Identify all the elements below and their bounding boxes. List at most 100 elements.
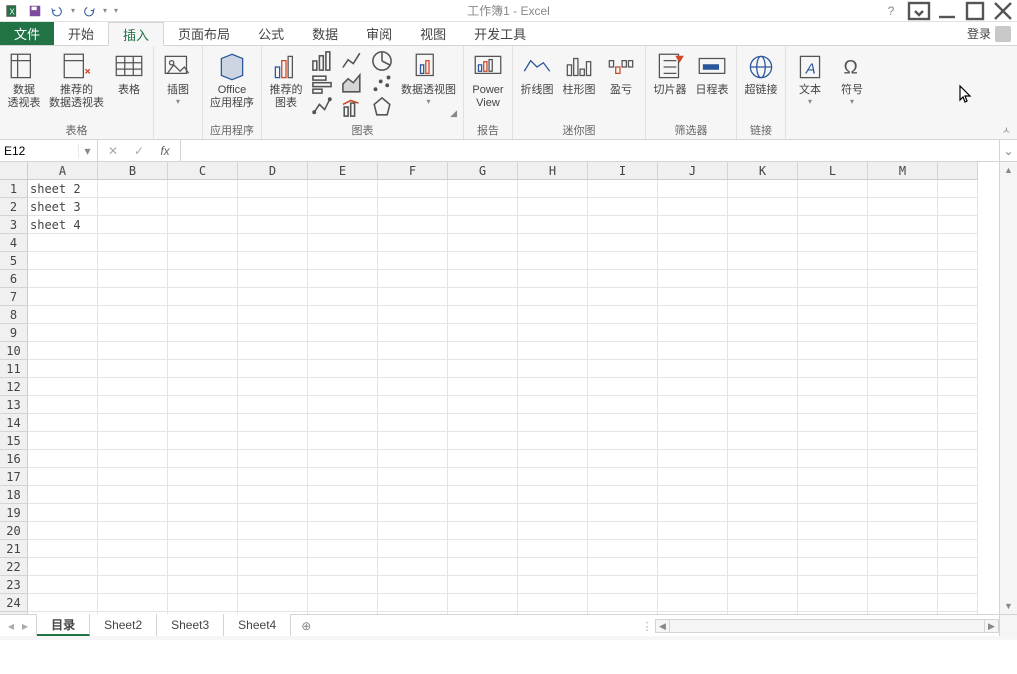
cell[interactable] bbox=[28, 396, 98, 414]
cell[interactable] bbox=[588, 522, 658, 540]
cell[interactable] bbox=[868, 450, 938, 468]
cell[interactable] bbox=[588, 216, 658, 234]
cell[interactable] bbox=[588, 414, 658, 432]
cell[interactable] bbox=[448, 270, 518, 288]
cell[interactable] bbox=[168, 396, 238, 414]
cells-area[interactable]: sheet 2sheet 3sheet 4 bbox=[28, 180, 999, 614]
row-header[interactable]: 19 bbox=[0, 504, 28, 522]
cell[interactable] bbox=[378, 252, 448, 270]
cell[interactable] bbox=[658, 234, 728, 252]
row-header[interactable]: 7 bbox=[0, 288, 28, 306]
cell[interactable] bbox=[168, 324, 238, 342]
redo-button[interactable] bbox=[78, 1, 100, 21]
cell[interactable] bbox=[588, 594, 658, 612]
sheet-tab[interactable]: Sheet3 bbox=[157, 614, 224, 636]
charts-dialog-launcher[interactable]: ◢ bbox=[265, 108, 460, 119]
cell[interactable] bbox=[588, 342, 658, 360]
cell[interactable] bbox=[308, 558, 378, 576]
cell[interactable] bbox=[308, 486, 378, 504]
redo-dropdown[interactable]: ▾ bbox=[100, 1, 110, 21]
cell[interactable] bbox=[28, 522, 98, 540]
cell[interactable] bbox=[168, 504, 238, 522]
cell[interactable] bbox=[518, 594, 588, 612]
cell[interactable] bbox=[518, 486, 588, 504]
cell[interactable] bbox=[938, 252, 978, 270]
cell[interactable] bbox=[28, 486, 98, 504]
scroll-right-button[interactable]: ▶ bbox=[984, 620, 998, 632]
cell[interactable] bbox=[868, 234, 938, 252]
cell[interactable] bbox=[938, 288, 978, 306]
cell[interactable] bbox=[98, 450, 168, 468]
cell[interactable] bbox=[308, 522, 378, 540]
cell[interactable] bbox=[658, 576, 728, 594]
cell[interactable] bbox=[238, 558, 308, 576]
tab-dev[interactable]: 开发工具 bbox=[460, 22, 540, 45]
cell[interactable] bbox=[168, 180, 238, 198]
cell[interactable] bbox=[728, 216, 798, 234]
cell[interactable] bbox=[658, 504, 728, 522]
tab-view[interactable]: 视图 bbox=[406, 22, 460, 45]
cell[interactable] bbox=[28, 450, 98, 468]
cell[interactable] bbox=[728, 468, 798, 486]
hyperlink-button[interactable]: 超链接 bbox=[740, 48, 782, 99]
help-button[interactable]: ? bbox=[877, 1, 905, 21]
cell[interactable] bbox=[98, 342, 168, 360]
cell[interactable] bbox=[28, 270, 98, 288]
cell[interactable] bbox=[168, 558, 238, 576]
cell[interactable] bbox=[658, 468, 728, 486]
cell[interactable] bbox=[658, 540, 728, 558]
cell[interactable] bbox=[378, 216, 448, 234]
cell[interactable] bbox=[658, 450, 728, 468]
cell[interactable] bbox=[798, 216, 868, 234]
cell[interactable] bbox=[728, 252, 798, 270]
cell[interactable] bbox=[448, 306, 518, 324]
cell[interactable] bbox=[168, 198, 238, 216]
cell[interactable] bbox=[378, 198, 448, 216]
cell[interactable] bbox=[868, 378, 938, 396]
cell[interactable] bbox=[98, 396, 168, 414]
column-header[interactable]: L bbox=[798, 162, 868, 180]
cell[interactable] bbox=[658, 324, 728, 342]
name-box[interactable]: ▾ bbox=[0, 140, 98, 161]
cell[interactable] bbox=[868, 486, 938, 504]
column-header[interactable]: I bbox=[588, 162, 658, 180]
cell[interactable] bbox=[98, 378, 168, 396]
cell[interactable] bbox=[448, 378, 518, 396]
power-view-button[interactable]: PowerView bbox=[467, 48, 509, 112]
cell[interactable] bbox=[868, 396, 938, 414]
cell[interactable] bbox=[658, 252, 728, 270]
cell[interactable] bbox=[168, 378, 238, 396]
cell[interactable] bbox=[28, 252, 98, 270]
tab-formula[interactable]: 公式 bbox=[244, 22, 298, 45]
cell[interactable] bbox=[378, 378, 448, 396]
cell[interactable] bbox=[798, 396, 868, 414]
row-header[interactable]: 12 bbox=[0, 378, 28, 396]
cell[interactable] bbox=[98, 594, 168, 612]
cell[interactable] bbox=[798, 558, 868, 576]
cell[interactable] bbox=[938, 198, 978, 216]
timeline-button[interactable]: 日程表 bbox=[691, 48, 733, 99]
cell[interactable] bbox=[588, 558, 658, 576]
column-chart-button[interactable] bbox=[309, 50, 335, 72]
row-header[interactable]: 15 bbox=[0, 432, 28, 450]
cell[interactable] bbox=[728, 522, 798, 540]
cell[interactable] bbox=[938, 558, 978, 576]
cell[interactable] bbox=[308, 414, 378, 432]
row-header[interactable]: 14 bbox=[0, 414, 28, 432]
cell[interactable] bbox=[98, 504, 168, 522]
cell[interactable] bbox=[518, 576, 588, 594]
cell[interactable] bbox=[448, 252, 518, 270]
cell[interactable] bbox=[28, 576, 98, 594]
cell[interactable] bbox=[448, 180, 518, 198]
cell[interactable] bbox=[588, 396, 658, 414]
cell[interactable] bbox=[308, 180, 378, 198]
cell[interactable] bbox=[378, 486, 448, 504]
cell[interactable] bbox=[98, 432, 168, 450]
cell[interactable] bbox=[238, 522, 308, 540]
column-header[interactable]: C bbox=[168, 162, 238, 180]
area-chart-button[interactable] bbox=[339, 73, 365, 95]
cell[interactable] bbox=[448, 594, 518, 612]
row-header[interactable]: 20 bbox=[0, 522, 28, 540]
cell[interactable] bbox=[938, 234, 978, 252]
cell[interactable] bbox=[378, 360, 448, 378]
